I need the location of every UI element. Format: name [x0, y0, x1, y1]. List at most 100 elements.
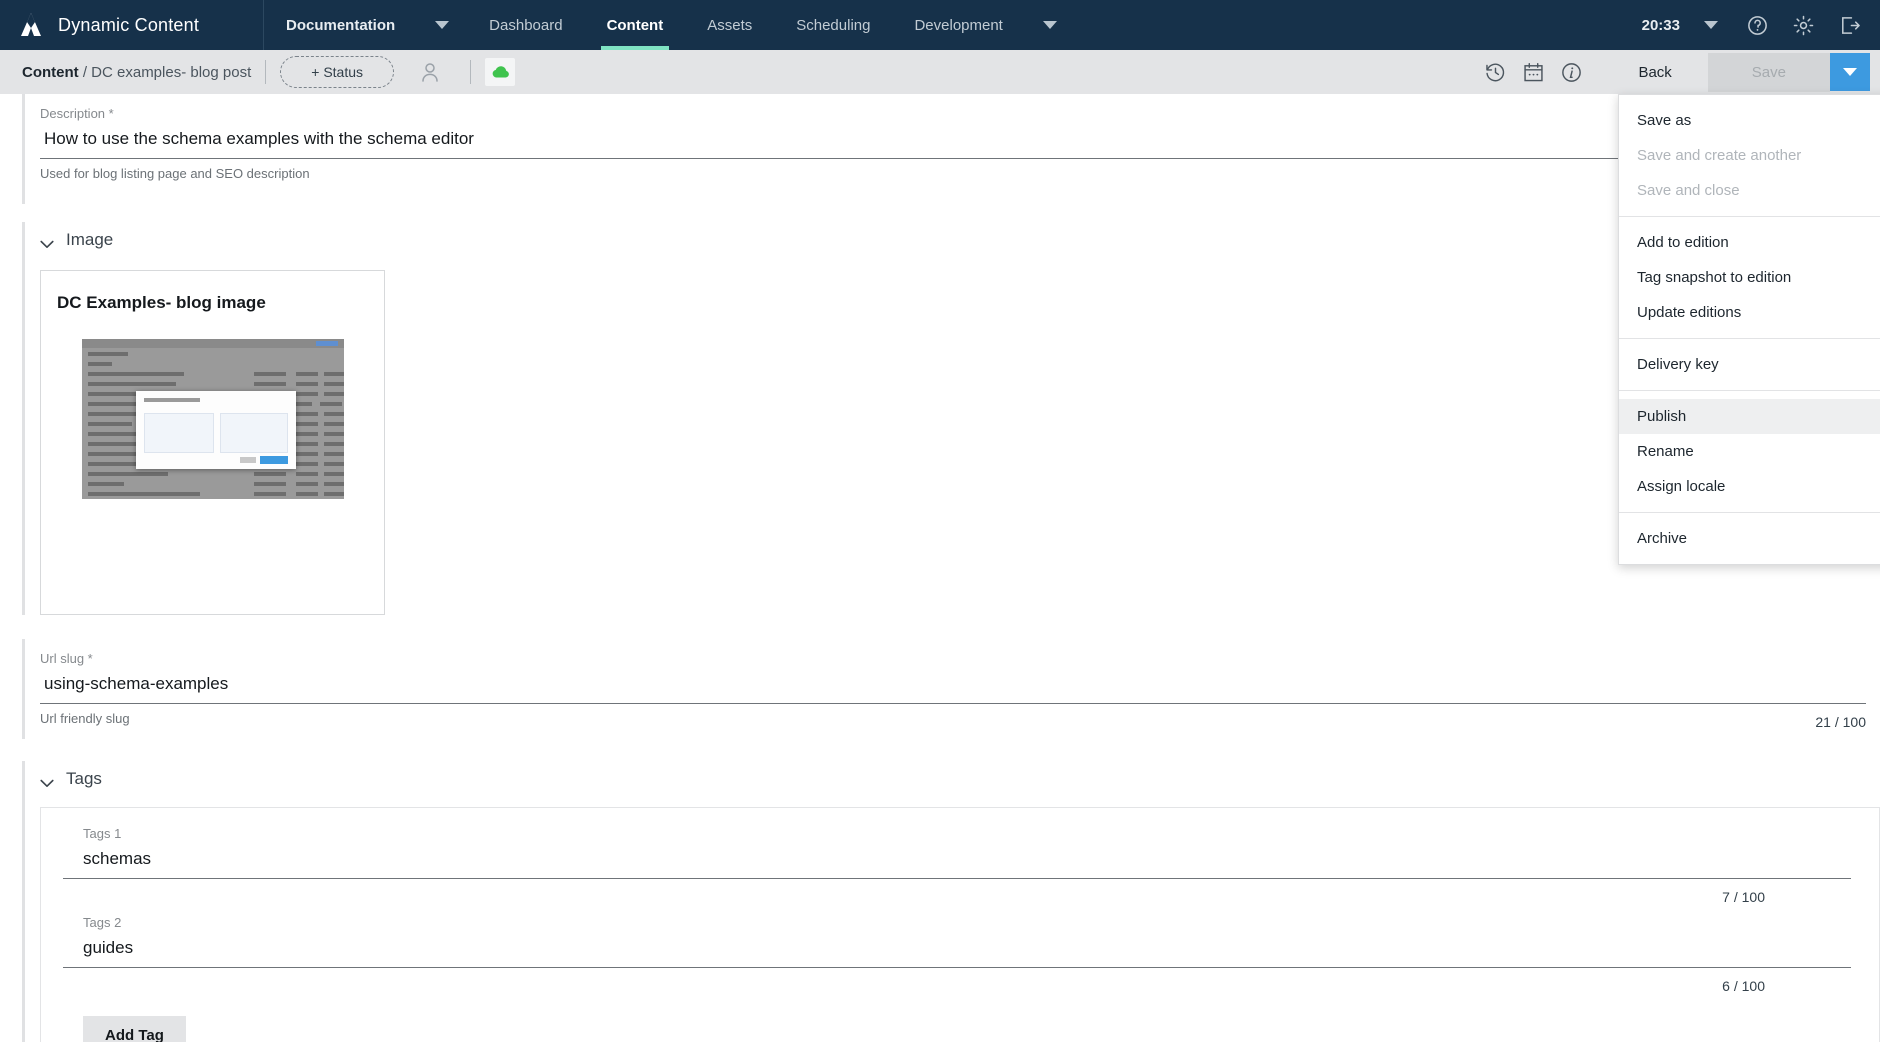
url-slug-counter: 21 / 100 [1815, 714, 1866, 730]
save-dropdown-menu: Save as Save and create another Save and… [1618, 94, 1880, 565]
thumb-topbar [81, 339, 344, 348]
tag-2-input[interactable]: guides [63, 930, 1851, 968]
thumb-modal-option-a [143, 413, 214, 453]
menu-item-rename[interactable]: Rename [1619, 434, 1880, 469]
description-help-text: Used for blog listing page and SEO descr… [40, 166, 310, 181]
nav-development-caret-button[interactable] [1025, 0, 1075, 50]
description-field-inner: Description * How to use the schema exam… [22, 94, 1880, 181]
toolbar-divider-1 [265, 60, 267, 84]
menu-item-save-and-close: Save and close [1637, 182, 1740, 199]
tag-field-1: Tags 1 schemas 7 / 100 [63, 816, 1857, 905]
breadcrumb-root[interactable]: Content [22, 64, 79, 81]
menu-item-publish[interactable]: Publish [1619, 399, 1880, 434]
url-slug-field-inner: Url slug * using-schema-examples Url fri… [22, 639, 1880, 730]
image-section: Image DC Examples- blog image [0, 222, 1880, 615]
menu-item-assign-locale[interactable]: Assign locale [1619, 469, 1880, 504]
menu-item-delivery-key[interactable]: Delivery key [1619, 347, 1880, 382]
field-rail [22, 94, 25, 204]
brand-area[interactable]: Dynamic Content [0, 0, 264, 50]
thumb-modal-overlay [135, 391, 296, 469]
menu-separator [1619, 216, 1880, 217]
thumb-row [87, 471, 344, 478]
menu-item-archive[interactable]: Archive [1619, 521, 1880, 556]
tag-1-input[interactable]: schemas [63, 841, 1851, 879]
help-icon[interactable] [1736, 0, 1778, 50]
image-thumbnail-wrapper [55, 313, 370, 499]
menu-item-update-editions[interactable]: Update editions [1619, 295, 1880, 330]
thumb-row [87, 371, 344, 378]
add-tag-button[interactable]: Add Tag [83, 1016, 186, 1042]
nav-item-content[interactable]: Content [585, 0, 686, 50]
add-status-button[interactable]: + Status [280, 56, 395, 88]
cloud-icon[interactable] [485, 58, 516, 86]
menu-item-add-to-edition[interactable]: Add to edition [1619, 225, 1880, 260]
form-body: Description * How to use the schema exam… [0, 94, 1880, 1042]
calendar-icon[interactable] [1514, 53, 1552, 91]
thumb-modal-title [143, 398, 200, 402]
clock-dropdown-button[interactable] [1690, 0, 1732, 50]
image-card-title: DC Examples- blog image [57, 293, 266, 312]
tags-section-title: Tags [66, 769, 102, 788]
brand-title: Dynamic Content [58, 14, 200, 35]
image-section-header[interactable]: Image [22, 222, 1880, 258]
thumb-row [87, 381, 344, 388]
menu-item-save-as[interactable]: Save as [1619, 103, 1880, 138]
nav-documentation-caret-button[interactable] [417, 0, 467, 50]
info-icon[interactable] [1552, 53, 1590, 91]
image-asset-card[interactable]: DC Examples- blog image [40, 270, 385, 615]
thumb-row [87, 481, 344, 488]
amplience-logo-icon [18, 12, 44, 38]
content-toolbar: Content / DC examples- blog post + Statu… [0, 50, 1880, 94]
chevron-down-icon [1704, 21, 1718, 29]
url-slug-help-text: Url friendly slug [40, 711, 130, 726]
thumb-modal-option-b [219, 413, 288, 453]
url-slug-label: Url slug * [40, 651, 93, 666]
section-rail [22, 761, 25, 1042]
breadcrumb: Content / DC examples- blog post [22, 64, 251, 81]
menu-item-tag-snapshot-to-edition[interactable]: Tag snapshot to edition [1619, 260, 1880, 295]
field-rail [22, 639, 25, 739]
user-avatar-icon[interactable] [418, 60, 442, 84]
breadcrumb-current: DC examples- blog post [91, 63, 252, 81]
top-navigation-bar: Dynamic Content Documentation Dashboard … [0, 0, 1880, 50]
nav-item-scheduling[interactable]: Scheduling [774, 0, 892, 50]
toolbar-divider-2 [470, 60, 472, 84]
tag-1-counter: 7 / 100 [1722, 889, 1765, 905]
menu-separator [1619, 338, 1880, 339]
chevron-down-icon [1042, 21, 1057, 29]
description-input[interactable]: How to use the schema examples with the … [40, 121, 1866, 159]
url-slug-input[interactable]: using-schema-examples [40, 666, 1866, 704]
thumb-row [87, 491, 344, 498]
breadcrumb-separator: / [82, 63, 87, 81]
thumb-modal-confirm [259, 456, 288, 464]
chevron-down-icon [435, 21, 450, 29]
back-button[interactable]: Back [1608, 55, 1701, 90]
menu-separator [1619, 512, 1880, 513]
nav-item-dashboard[interactable]: Dashboard [467, 0, 584, 50]
tags-section-header[interactable]: Tags [22, 761, 1880, 797]
nav-item-development[interactable]: Development [892, 0, 1024, 50]
clock-label: 20:33 [1641, 16, 1680, 34]
url-slug-footer: Url friendly slug 21 / 100 [40, 704, 1866, 730]
save-dropdown-button[interactable] [1830, 53, 1870, 91]
chevron-down-icon [40, 775, 54, 787]
nav-item-documentation[interactable]: Documentation [264, 0, 417, 50]
thumb-row [87, 361, 338, 368]
thumb-row [87, 351, 338, 358]
logout-icon[interactable] [1828, 0, 1870, 50]
history-icon[interactable] [1476, 53, 1514, 91]
tag-field-2: Tags 2 guides 6 / 100 [63, 905, 1857, 994]
tag-2-label: Tags 2 [83, 915, 122, 930]
gear-icon[interactable] [1782, 0, 1824, 50]
menu-separator [1619, 390, 1880, 391]
tags-section: Tags Tags 1 schemas 7 / 100 Tags 2 guide… [0, 761, 1880, 1042]
nav-right-cluster: 20:33 [1636, 0, 1880, 50]
menu-item-save-and-create-another: Save and create another [1637, 147, 1802, 164]
chevron-down-icon [40, 236, 54, 248]
save-button: Save [1707, 52, 1830, 92]
tags-panel: Tags 1 schemas 7 / 100 Tags 2 guides 6 /… [40, 807, 1880, 1042]
nav-item-assets[interactable]: Assets [685, 0, 774, 50]
chevron-down-icon [1843, 68, 1857, 76]
tag-1-label: Tags 1 [83, 826, 122, 841]
section-rail [22, 222, 25, 615]
